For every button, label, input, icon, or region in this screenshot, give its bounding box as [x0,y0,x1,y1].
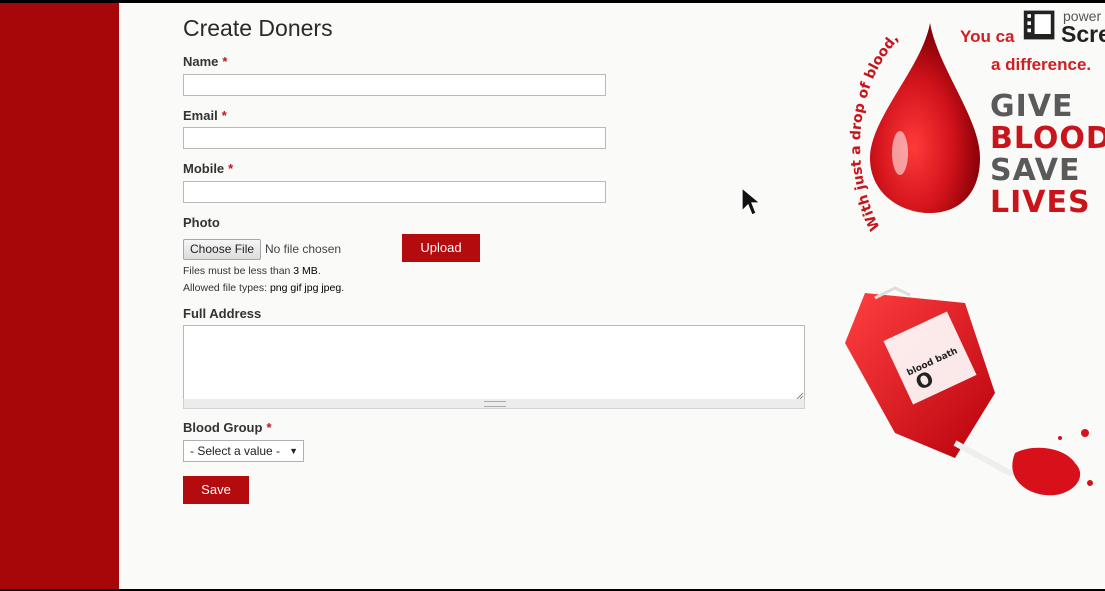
slogan-lives: LIVES [990,185,1091,220]
blood-bag-illustration: blood bath O [845,286,1093,496]
blood-group-label: Blood Group * [183,420,272,435]
name-label: Name * [183,54,228,69]
email-label: Email * [183,108,227,123]
mobile-field[interactable] [183,181,606,203]
file-status-text: No file chosen [265,242,342,256]
textarea-grippie[interactable] [183,399,805,409]
photo-label: Photo [183,215,220,230]
watermark-brand-text: Scre [1061,21,1105,47]
save-button[interactable]: Save [183,476,249,504]
promo-text-line1: You ca [960,27,1015,46]
required-mark: * [228,161,234,176]
mouse-cursor-icon [741,187,762,216]
dropdown-arrow-icon: ▼ [289,446,298,456]
left-sidebar-band [0,3,119,589]
full-address-label: Full Address [183,306,262,321]
slogan-blood: BLOOD [990,121,1105,156]
full-address-textarea[interactable] [183,325,805,401]
file-size-hint: Files must be less than 3 MB. [183,265,321,277]
email-field[interactable] [183,127,606,149]
app-frame: Create Doners Name * Email * Mobile * Photo… [0,3,1105,589]
mobile-label: Mobile * [183,161,234,176]
required-mark: * [221,108,227,123]
file-types-hint: Allowed file types: png gif jpg jpeg. [183,282,345,294]
required-mark: * [222,54,228,69]
promo-text-line2: a difference. [991,55,1092,74]
page-title: Create Doners [183,15,333,41]
choose-file-button[interactable]: Choose File [183,239,262,260]
slogan-give: GIVE [990,89,1074,124]
upload-button[interactable]: Upload [402,234,480,262]
screencast-film-icon [1023,10,1055,40]
name-field[interactable] [183,74,606,96]
give-blood-slogan: GIVE BLOOD SAVE LIVES [990,91,1105,219]
grip-lines-icon [484,401,506,407]
blood-group-select[interactable]: - Select a value - ▼ [183,440,304,462]
slogan-save: SAVE [990,153,1081,188]
required-mark: * [266,420,272,435]
